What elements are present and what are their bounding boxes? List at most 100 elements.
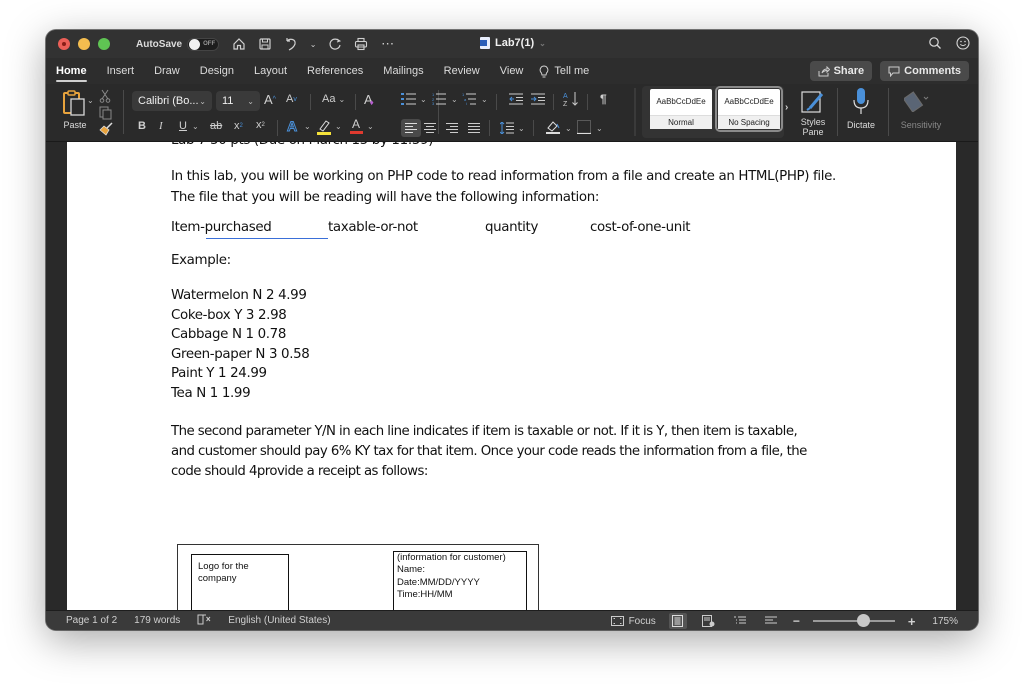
receipt-mockup[interactable]: Logo for the company (information for cu… — [177, 544, 539, 610]
zoom-out-button[interactable]: − — [793, 614, 800, 628]
tab-review[interactable]: Review — [444, 61, 480, 81]
superscript-button[interactable]: x2 — [256, 119, 265, 131]
text-effects-chevron-icon[interactable]: ⌄ — [304, 122, 311, 131]
undo-icon[interactable] — [283, 36, 299, 52]
bullets-chevron-icon[interactable]: ⌄ — [420, 95, 427, 104]
close-window-button[interactable] — [58, 38, 70, 50]
font-size-dropdown[interactable]: 11 ⌄ — [216, 91, 260, 111]
web-layout-view-button[interactable] — [700, 613, 718, 629]
align-center-button[interactable] — [424, 123, 436, 133]
font-color-chevron-icon[interactable]: ⌄ — [367, 122, 374, 131]
print-icon[interactable] — [353, 36, 369, 52]
text-effects-button[interactable]: A — [286, 118, 297, 135]
font-color-button[interactable]: A — [348, 116, 364, 136]
underline-button[interactable]: U — [179, 120, 187, 132]
show-formatting-marks-button[interactable]: ¶ — [600, 92, 607, 106]
intro-paragraph: In this lab, you will be working on PHP … — [171, 166, 871, 208]
style-normal[interactable]: AaBbCcDdEe Normal — [650, 89, 712, 129]
styles-pane-icon — [801, 91, 824, 113]
receipt-customer-info-box[interactable]: (information for customer) Name: Date:MM… — [393, 551, 527, 610]
underline-dropdown-chevron-icon[interactable]: ⌄ — [192, 122, 199, 131]
shading-button[interactable] — [545, 119, 561, 135]
borders-button[interactable] — [577, 120, 591, 134]
proofing-icon[interactable] — [197, 614, 211, 628]
line-spacing-chevron-icon[interactable]: ⌄ — [518, 124, 525, 133]
subscript-button[interactable]: x2 — [234, 120, 243, 132]
increase-indent-button[interactable] — [531, 93, 545, 105]
numbering-button[interactable]: 123 — [432, 93, 446, 105]
shading-chevron-icon[interactable]: ⌄ — [565, 124, 572, 133]
styles-gallery-next-icon[interactable]: › — [785, 102, 788, 113]
dictate-button[interactable] — [853, 87, 869, 115]
styles-pane-button[interactable] — [800, 88, 826, 114]
highlight-chevron-icon[interactable]: ⌄ — [335, 122, 342, 131]
zoom-in-button[interactable]: + — [908, 614, 916, 629]
tell-me-search[interactable]: Tell me — [539, 64, 589, 78]
maximize-window-button[interactable] — [98, 38, 110, 50]
tab-layout[interactable]: Layout — [254, 61, 287, 81]
borders-chevron-icon[interactable]: ⌄ — [596, 124, 603, 133]
strikethrough-button[interactable]: ab — [210, 120, 222, 132]
multilevel-chevron-icon[interactable]: ⌄ — [481, 95, 488, 104]
copy-icon[interactable] — [98, 106, 112, 120]
grammar-underline[interactable] — [206, 237, 328, 239]
home-icon[interactable] — [231, 36, 247, 52]
example-item: Cabbage N 1 0.78 — [171, 327, 287, 343]
decrease-indent-button[interactable] — [509, 93, 523, 105]
word-count[interactable]: 179 words — [134, 615, 180, 626]
tab-view[interactable]: View — [500, 61, 524, 81]
sort-button[interactable]: AZ — [563, 91, 579, 107]
style-name: No Spacing — [718, 115, 780, 129]
font-name-dropdown[interactable]: Calibri (Bo... ⌄ — [132, 91, 212, 111]
multilevel-list-button[interactable]: 1ai — [462, 93, 476, 105]
autosave-toggle[interactable]: OFF — [187, 37, 220, 51]
autosave-control: AutoSave OFF — [136, 37, 220, 51]
search-icon[interactable] — [928, 36, 942, 53]
print-layout-view-button[interactable] — [668, 613, 687, 629]
italic-button[interactable]: I — [159, 120, 163, 132]
change-case-button[interactable]: Aa ⌄ — [322, 93, 345, 105]
save-icon[interactable] — [257, 36, 273, 52]
justify-button[interactable] — [468, 123, 480, 133]
align-left-button[interactable] — [401, 119, 421, 137]
undo-dropdown-chevron-icon[interactable]: ⌄ — [309, 36, 317, 52]
align-right-button[interactable] — [446, 123, 458, 133]
language-indicator[interactable]: English (United States) — [228, 615, 330, 626]
format-painter-icon[interactable] — [98, 122, 114, 136]
feedback-smiley-icon[interactable] — [956, 36, 970, 53]
share-button[interactable]: Share — [809, 61, 873, 81]
receipt-logo-box[interactable]: Logo for the company — [191, 554, 289, 610]
tab-home[interactable]: Home — [56, 61, 87, 82]
redo-icon[interactable] — [327, 36, 343, 52]
zoom-level[interactable]: 175% — [932, 616, 958, 627]
bullets-button[interactable] — [401, 93, 417, 105]
tab-design[interactable]: Design — [200, 61, 234, 81]
highlight-color-button[interactable] — [316, 118, 332, 136]
page-count[interactable]: Page 1 of 2 — [66, 615, 117, 626]
grow-font-icon[interactable]: A ^ — [264, 92, 276, 107]
comments-button[interactable]: Comments — [880, 61, 969, 81]
clear-formatting-icon[interactable]: A ♦ — [364, 92, 374, 107]
tab-references[interactable]: References — [307, 61, 363, 81]
more-icon[interactable]: ⋯ — [379, 36, 395, 52]
document-page[interactable]: Lab 7 50 pts (Due on March 15 by 11:59) … — [67, 142, 956, 610]
style-no-spacing[interactable]: AaBbCcDdEe No Spacing — [715, 86, 783, 132]
paste-dropdown-chevron-icon[interactable]: ⌄ — [87, 96, 94, 105]
document-title[interactable]: Lab7(1) ⌄ — [480, 37, 546, 49]
sensitivity-icon — [904, 91, 929, 112]
bold-button[interactable]: B — [138, 120, 146, 132]
document-canvas[interactable]: Lab 7 50 pts (Due on March 15 by 11:59) … — [46, 142, 978, 610]
cut-icon[interactable] — [98, 89, 112, 103]
numbering-chevron-icon[interactable]: ⌄ — [451, 95, 458, 104]
shrink-font-icon[interactable]: Av — [286, 93, 297, 105]
outline-view-button[interactable] — [731, 613, 749, 629]
minimize-window-button[interactable] — [78, 38, 90, 50]
line-spacing-button[interactable] — [500, 122, 514, 134]
tab-draw[interactable]: Draw — [154, 61, 180, 81]
zoom-slider-thumb[interactable] — [857, 614, 871, 627]
focus-mode-button[interactable]: Focus — [610, 616, 656, 627]
draft-view-button[interactable] — [762, 613, 780, 629]
tab-insert[interactable]: Insert — [107, 61, 135, 81]
tab-mailings[interactable]: Mailings — [383, 61, 423, 81]
zoom-slider[interactable] — [812, 614, 895, 627]
